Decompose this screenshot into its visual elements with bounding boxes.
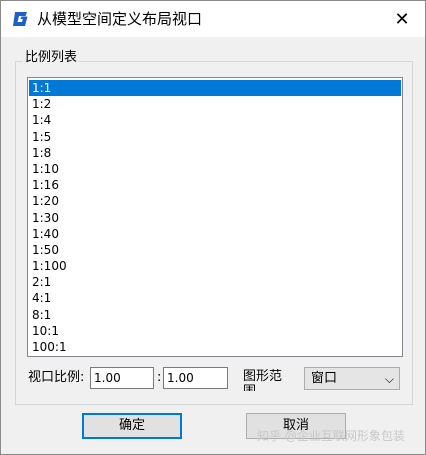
scale-list-item[interactable]: 10:1 (29, 323, 401, 339)
viewport-scale-label: 视口比例: (28, 370, 85, 385)
close-icon: ✕ (394, 8, 410, 30)
title-bar: 从模型空间定义布局视口 ✕ (1, 1, 425, 37)
app-logo-icon (12, 10, 30, 28)
scale-list-item[interactable]: 1:5 (29, 129, 401, 145)
scale-list-item[interactable]: 100:1 (29, 339, 401, 355)
scale-list-item[interactable]: 1:50 (29, 242, 401, 258)
scale-list-item[interactable]: 8:1 (29, 307, 401, 323)
scale-list-item[interactable]: 1:8 (29, 145, 401, 161)
ok-button[interactable]: 确定 (82, 413, 182, 439)
scale-list-item[interactable]: 4:1 (29, 290, 401, 306)
scale-list-item[interactable]: 2:1 (29, 274, 401, 290)
viewport-scale-right-input[interactable]: 1.00 (163, 367, 228, 389)
dialog-window: 从模型空间定义布局视口 ✕ 比例列表 1:1 1:2 1:4 1:5 1:8 1:10 1:… (0, 0, 426, 455)
chevron-down-icon: ⌵ (384, 372, 394, 386)
drawing-range-value: 窗口 (311, 371, 338, 386)
watermark-text: 知乎 @企业互联网形象包装 (257, 429, 405, 443)
scale-list-item[interactable]: 1:16 (29, 177, 401, 193)
scale-list-item[interactable]: 1:2 (29, 96, 401, 112)
window-title: 从模型空间定义布局视口 (37, 10, 203, 28)
scale-list-item[interactable]: 1:4 (29, 112, 401, 128)
scale-list-item[interactable]: 1:40 (29, 226, 401, 242)
drawing-range-select[interactable]: 窗口 ⌵ (304, 367, 400, 390)
scale-list-item[interactable]: 1:10 (29, 161, 401, 177)
scale-list-item[interactable]: 1:1 (29, 80, 401, 97)
scale-listbox[interactable]: 1:1 1:2 1:4 1:5 1:8 1:10 1:16 1:20 1:30 1:40 1:50 1… (27, 77, 403, 357)
scale-separator: : (157, 370, 162, 385)
viewport-scale-left-input[interactable]: 1.00 (90, 367, 154, 389)
drawing-range-label: 图形范围 (243, 369, 283, 391)
close-button[interactable]: ✕ (379, 1, 425, 37)
scale-list-item[interactable]: 1:100 (29, 258, 401, 274)
scale-list-item[interactable]: 1:20 (29, 193, 401, 209)
scale-list-item[interactable]: 1:30 (29, 210, 401, 226)
scale-list-group-label: 比例列表 (23, 50, 80, 66)
